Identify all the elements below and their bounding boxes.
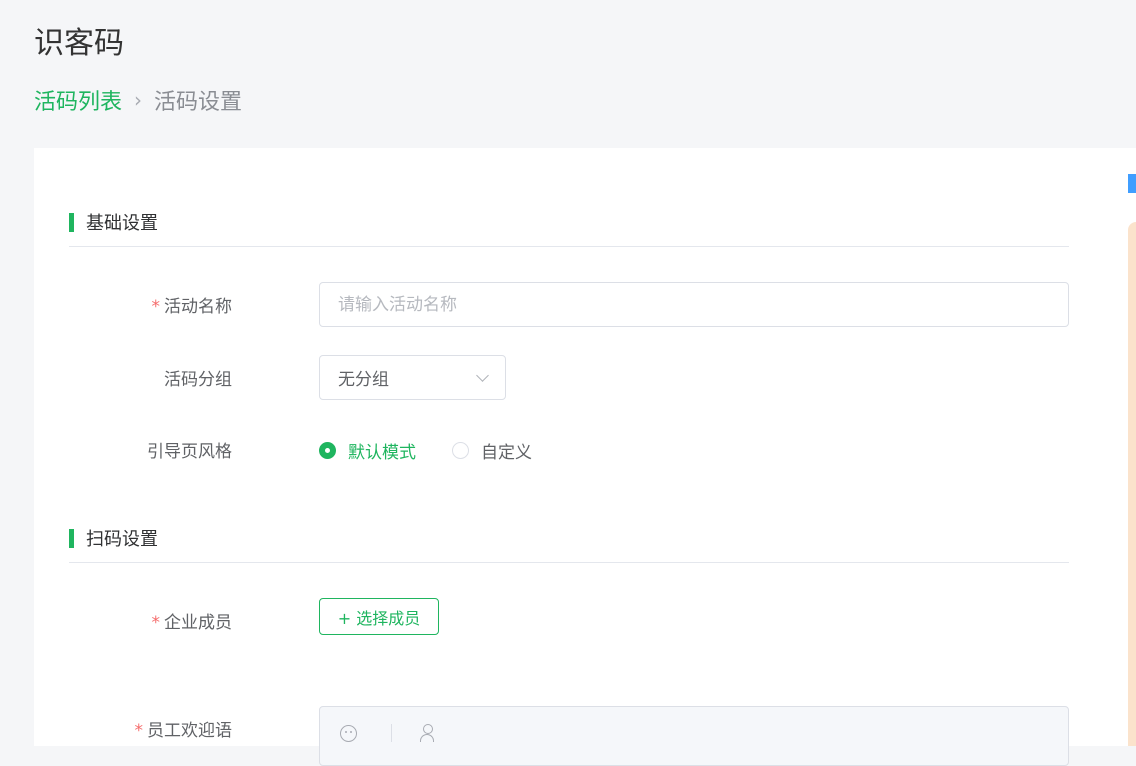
side-preview-panel: [1128, 222, 1136, 746]
page-title: 识客码: [34, 26, 124, 61]
radio-default-mode[interactable]: 默认模式: [319, 438, 416, 463]
chevron-right-icon: ›: [134, 88, 143, 112]
required-asterisk: *: [134, 721, 144, 741]
breadcrumb-link-list[interactable]: 活码列表: [34, 84, 122, 116]
activity-group-label: 活码分组: [164, 370, 232, 390]
activity-name-input[interactable]: [319, 282, 1069, 327]
side-panel-accent: [1128, 174, 1136, 193]
activity-name-label: * 活动名称: [34, 292, 233, 317]
welcome-message-editor[interactable]: [319, 706, 1069, 766]
editor-toolbar: [340, 724, 434, 742]
radio-checked-icon: [319, 442, 336, 459]
radio-unchecked-icon: [452, 442, 469, 459]
user-icon[interactable]: [420, 724, 434, 742]
select-members-button[interactable]: + 选择成员: [319, 598, 439, 635]
welcome-label: * 员工欢迎语: [34, 716, 233, 741]
required-asterisk: *: [151, 613, 161, 633]
guide-style-radio-group: 默认模式 自定义: [319, 438, 568, 463]
settings-card: 基础设置 *活动名称 活码分组 无分组 引导页风格 默认模式 自定义 扫码设置 …: [34, 148, 1136, 766]
activity-group-select[interactable]: 无分组: [319, 355, 506, 400]
section-title-scan: 扫码设置: [86, 529, 158, 550]
toolbar-divider: [391, 724, 392, 742]
breadcrumb: 活码列表 › 活码设置: [34, 84, 242, 116]
emoji-icon[interactable]: [340, 724, 357, 742]
members-label-text: 企业成员: [164, 613, 232, 633]
members-label: * 企业成员: [34, 608, 233, 633]
activity-group-selected: 无分组: [338, 370, 389, 390]
section-title-basic: 基础设置: [86, 213, 158, 234]
section-marker: [69, 213, 74, 232]
section-header-scan: 扫码设置: [69, 519, 1069, 563]
radio-custom-label: 自定义: [481, 443, 532, 463]
section-header-basic: 基础设置: [69, 203, 1069, 247]
radio-custom[interactable]: 自定义: [452, 438, 532, 463]
radio-default-mode-label: 默认模式: [348, 443, 416, 463]
guide-style-label: 引导页风格: [147, 442, 232, 462]
chevron-down-icon: [476, 368, 489, 382]
breadcrumb-current: 活码设置: [154, 90, 243, 115]
activity-name-label-text: 活动名称: [164, 297, 232, 317]
section-marker: [69, 529, 74, 548]
welcome-label-text: 员工欢迎语: [147, 721, 232, 741]
required-asterisk: *: [151, 297, 161, 317]
